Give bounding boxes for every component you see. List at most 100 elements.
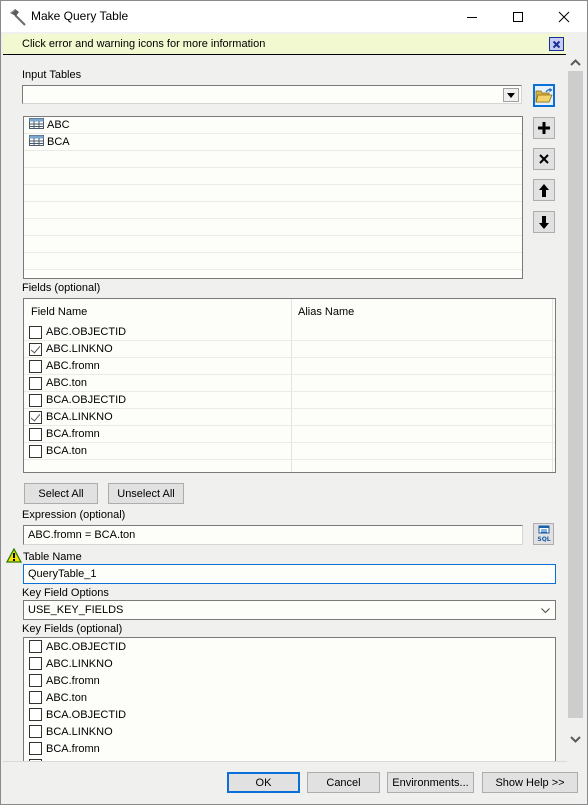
key-field-checkbox[interactable] <box>29 674 42 687</box>
key-fields-rows: ABC.OBJECTID ABC.LINKNO ABC.fromn ABC.ton BC… <box>24 638 555 761</box>
minimize-icon <box>467 16 477 18</box>
select-all-button[interactable]: Select All <box>24 483 98 504</box>
field-name: BCA.ton <box>46 445 87 457</box>
field-name: ABC.fromn <box>46 360 100 372</box>
key-field-options-label: Key Field Options <box>22 587 109 599</box>
key-field-name: ABC.LINKNO <box>46 657 113 670</box>
scroll-thumb[interactable] <box>568 71 583 718</box>
field-checkbox[interactable] <box>29 325 42 339</box>
table-row[interactable]: BCA.OBJECTID <box>24 392 555 409</box>
maximize-button[interactable] <box>495 1 541 32</box>
make-query-table-dialog: Make Query Table Click error and warning… <box>0 0 588 805</box>
dropdown-button[interactable] <box>503 88 519 102</box>
column-header-field-name[interactable]: Field Name <box>31 306 87 318</box>
key-field-checkbox[interactable] <box>29 657 42 670</box>
list-item <box>24 151 522 168</box>
move-down-button[interactable] <box>533 211 555 233</box>
fields-grid[interactable]: Field Name Alias Name ABC.OBJECTID ABC.LI… <box>23 298 556 473</box>
field-checkbox[interactable] <box>29 342 42 356</box>
table-row[interactable]: ABC.OBJECTID <box>24 324 555 341</box>
list-item[interactable]: ABC.ton <box>24 689 555 706</box>
remove-button[interactable] <box>533 148 555 170</box>
vertical-scrollbar[interactable] <box>567 55 584 760</box>
field-checkbox[interactable] <box>29 410 42 424</box>
unselect-all-button[interactable]: Unselect All <box>108 483 184 504</box>
move-down-icon <box>539 215 549 229</box>
key-field-checkbox[interactable] <box>29 725 42 738</box>
key-field-name: ABC.OBJECTID <box>46 640 127 653</box>
scroll-up-button[interactable] <box>567 55 584 69</box>
add-button[interactable] <box>533 117 555 139</box>
key-fields-list[interactable]: ABC.OBJECTID ABC.LINKNO ABC.fromn ABC.ton BC… <box>23 637 556 761</box>
list-item[interactable]: ABC <box>24 117 522 134</box>
list-item[interactable]: BCA.OBJECTID <box>24 706 555 723</box>
key-field-checkbox[interactable] <box>29 691 42 704</box>
list-item[interactable]: BCA.LINKNO <box>24 723 555 740</box>
table-row[interactable]: BCA.fromn <box>24 426 555 443</box>
key-field-name: ABC.fromn <box>46 674 100 687</box>
add-icon <box>538 122 550 134</box>
table-row[interactable]: BCA.ton <box>24 443 555 460</box>
warning-icon[interactable] <box>5 547 23 563</box>
field-checkbox[interactable] <box>29 444 42 458</box>
input-tables-combo[interactable] <box>22 85 522 104</box>
table-name-label: Table Name <box>23 551 82 563</box>
field-name: BCA.OBJECTID <box>46 394 127 406</box>
field-checkbox[interactable] <box>29 359 42 373</box>
remove-icon <box>539 154 549 164</box>
expression-label: Expression (optional) <box>22 509 126 521</box>
table-row[interactable]: ABC.LINKNO <box>24 341 555 358</box>
table-row[interactable]: ABC.ton <box>24 375 555 392</box>
cancel-button[interactable]: Cancel <box>307 772 380 793</box>
dropdown-arrow-icon <box>507 92 515 98</box>
svg-text:SQL: SQL <box>537 536 550 543</box>
table-row[interactable]: BCA.LINKNO <box>24 409 555 426</box>
field-name: ABC.LINKNO <box>46 343 113 355</box>
key-field-checkbox[interactable] <box>29 640 42 653</box>
move-up-button[interactable] <box>533 179 555 201</box>
expression-input[interactable]: ABC.fromn = BCA.ton <box>23 525 523 545</box>
browse-button[interactable] <box>533 84 555 107</box>
list-item[interactable]: ABC.LINKNO <box>24 655 555 672</box>
key-fields-label: Key Fields (optional) <box>22 623 123 635</box>
key-field-name: ABC.ton <box>46 691 87 704</box>
list-item[interactable]: ABC.fromn <box>24 672 555 689</box>
hammer-icon <box>9 8 27 26</box>
key-field-checkbox[interactable] <box>29 708 42 721</box>
grid-header: Field Name Alias Name <box>24 299 555 326</box>
list-item[interactable]: BCA.fromn <box>24 740 555 757</box>
field-checkbox[interactable] <box>29 427 42 441</box>
ok-button[interactable]: OK <box>227 772 300 793</box>
list-item <box>24 236 522 253</box>
list-item[interactable]: ABC.OBJECTID <box>24 638 555 655</box>
field-name: BCA.LINKNO <box>46 411 113 423</box>
title-bar: Make Query Table <box>1 1 587 32</box>
scroll-down-button[interactable] <box>567 732 584 746</box>
key-field-name: BCA.OBJECTID <box>46 708 127 721</box>
field-name: BCA.fromn <box>46 428 100 440</box>
list-item <box>24 202 522 219</box>
table-row <box>24 460 555 472</box>
table-name-input[interactable]: QueryTable_1 <box>23 564 556 584</box>
chevron-down-icon <box>541 608 550 613</box>
field-checkbox[interactable] <box>29 393 42 407</box>
key-field-checkbox[interactable] <box>29 742 42 755</box>
key-field-options-select[interactable]: USE_KEY_FIELDS <box>23 600 556 620</box>
column-header-alias-name[interactable]: Alias Name <box>298 306 354 318</box>
list-item <box>24 253 522 270</box>
show-help-button[interactable]: Show Help >> <box>482 772 578 793</box>
field-name: ABC.OBJECTID <box>46 326 127 338</box>
chevron-up-icon <box>570 58 581 66</box>
sql-button[interactable]: SQL <box>533 523 554 545</box>
list-item[interactable]: BCA <box>24 134 522 151</box>
chevron-down-icon <box>570 735 581 743</box>
close-button[interactable] <box>541 1 587 32</box>
list-item <box>24 185 522 202</box>
minimize-button[interactable] <box>449 1 495 32</box>
banner-close-button[interactable] <box>549 37 564 51</box>
environments-button[interactable]: Environments... <box>387 772 474 793</box>
table-row[interactable]: ABC.fromn <box>24 358 555 375</box>
input-tables-list[interactable]: ABC BCA <box>23 116 523 279</box>
field-checkbox[interactable] <box>29 376 42 390</box>
fields-rows: ABC.OBJECTID ABC.LINKNO ABC.fromn ABC.ton BC… <box>24 324 555 472</box>
